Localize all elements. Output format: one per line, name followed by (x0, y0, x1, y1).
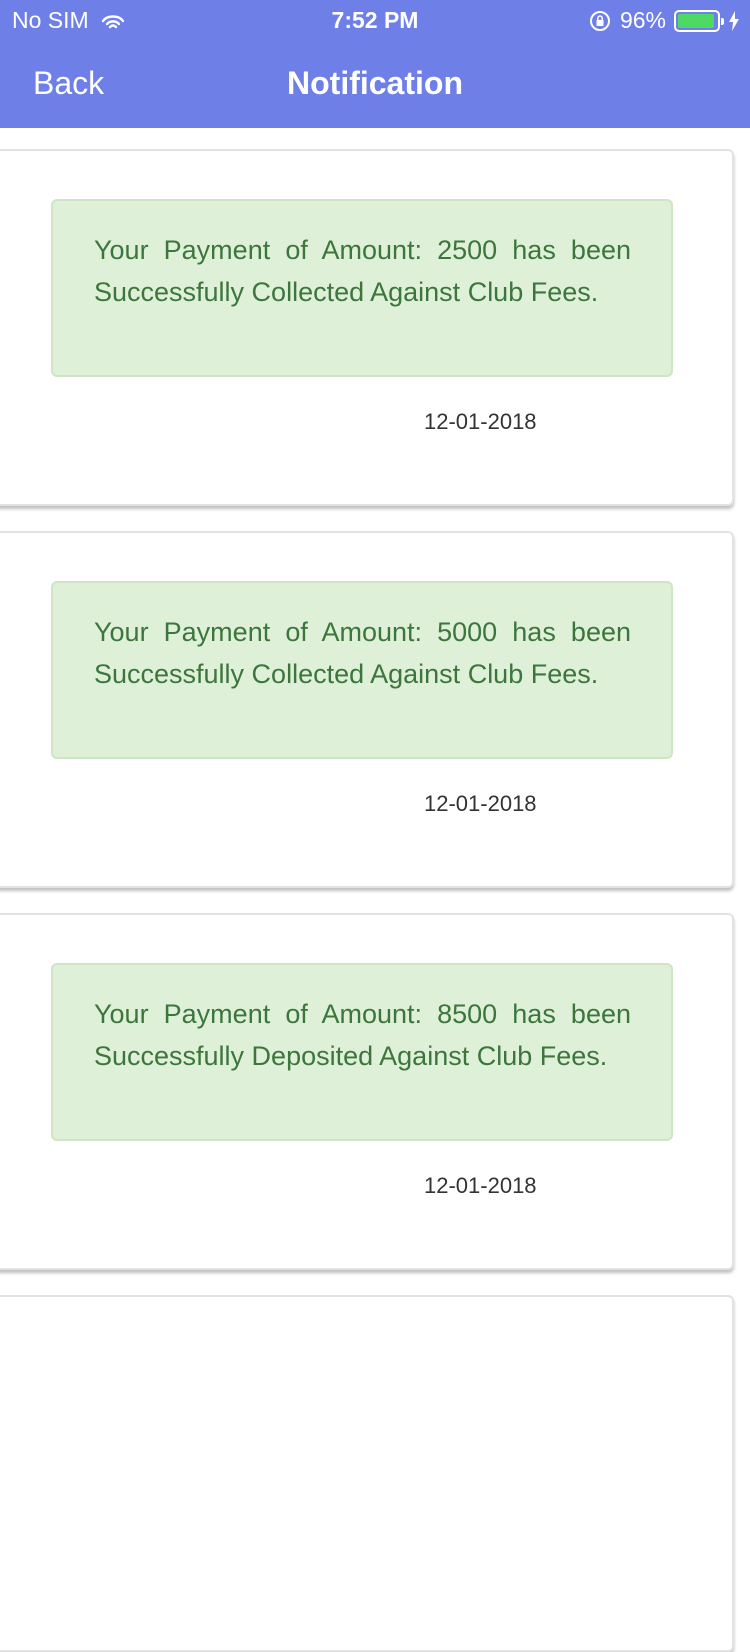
notification-card-partial (0, 1295, 734, 1652)
page-title: Notification (287, 65, 463, 101)
status-right: 96% (588, 7, 740, 34)
notification-date: 12-01-2018 (424, 409, 537, 434)
notification-message: Your Payment of Amount: 8500 has been Su… (94, 999, 631, 1071)
notification-alert: Your Payment of Amount: 2500 has been Su… (51, 199, 673, 377)
notification-message: Your Payment of Amount: 2500 has been Su… (94, 235, 631, 307)
notification-message: Your Payment of Amount: 5000 has been Su… (94, 617, 631, 689)
notification-alert: Your Payment of Amount: 5000 has been Su… (51, 581, 673, 759)
battery-icon (674, 9, 724, 32)
notification-card: Your Payment of Amount: 2500 has been Su… (0, 149, 734, 506)
notification-date: 12-01-2018 (424, 791, 537, 816)
rotation-lock-icon (589, 10, 610, 31)
charging-bolt-icon (729, 10, 739, 31)
battery-percent: 96% (619, 7, 666, 33)
status-bar: No SIM 7:52 PM 96% (0, 0, 750, 40)
notification-date: 12-01-2018 (424, 1173, 537, 1198)
notification-alert: Your Payment of Amount: 8500 has been Su… (51, 963, 673, 1141)
notification-card: Your Payment of Amount: 5000 has been Su… (0, 531, 734, 888)
navigation-bar: Back Notification (0, 40, 750, 128)
battery-fill (678, 13, 715, 28)
notification-card: Your Payment of Amount: 8500 has been Su… (0, 913, 734, 1270)
top-bar: No SIM 7:52 PM 96% Back Notification (0, 0, 750, 128)
battery-cap (721, 17, 724, 25)
